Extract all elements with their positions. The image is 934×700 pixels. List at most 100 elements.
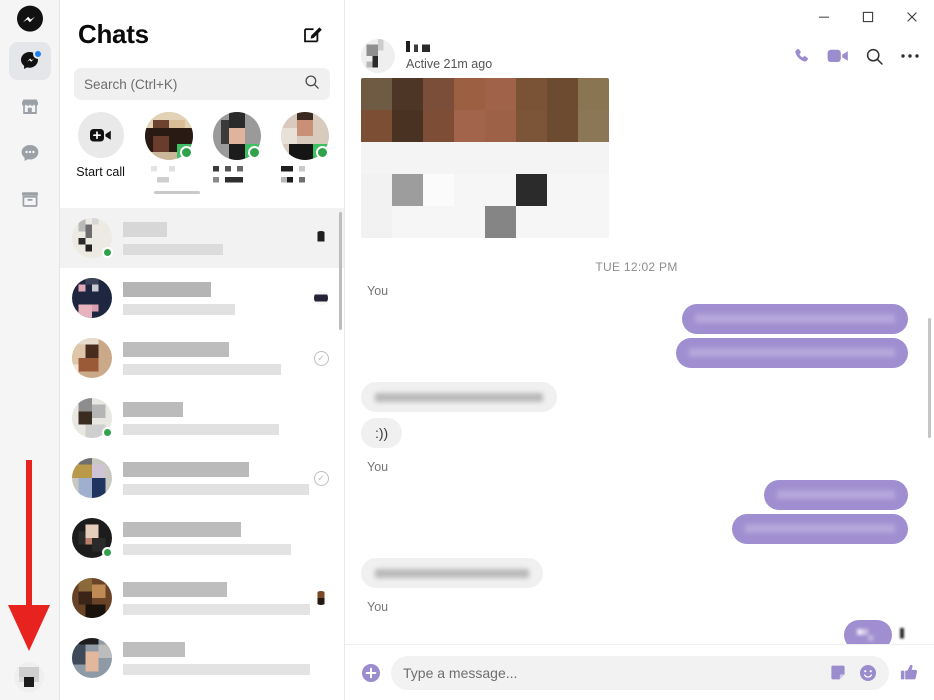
messenger-logo — [16, 5, 44, 33]
emoji-icon — [860, 664, 876, 681]
chat-list-row[interactable] — [60, 508, 344, 568]
close-icon — [907, 12, 917, 22]
search-icon — [866, 48, 883, 65]
avatar-conversation[interactable] — [361, 39, 395, 73]
online-indicator — [179, 146, 193, 159]
chat-list-row[interactable]: ✓ — [60, 448, 344, 508]
chat-preview-hidden — [123, 303, 235, 315]
active-person-1[interactable] — [144, 112, 193, 188]
chat-row-status — [310, 291, 332, 305]
message-bubble-outgoing[interactable] — [764, 480, 908, 510]
annotation-arrow-down — [0, 460, 58, 652]
phone-icon — [795, 48, 808, 62]
chat-list-row[interactable]: ✓ — [60, 328, 344, 388]
close-button[interactable] — [890, 0, 934, 34]
chat-row-text — [123, 641, 310, 675]
message-bubble-outgoing[interactable] — [682, 304, 908, 334]
avatar — [72, 338, 112, 378]
chat-list-row[interactable] — [60, 568, 344, 628]
message-input[interactable] — [403, 664, 829, 681]
message-row-outgoing[interactable] — [361, 514, 912, 544]
avatar — [72, 638, 112, 678]
chat-row-text — [123, 281, 310, 315]
avatar-account[interactable] — [14, 662, 44, 692]
sidebar-item-marketplace[interactable] — [9, 88, 51, 126]
active-person-3[interactable] — [281, 112, 330, 188]
video-call-button[interactable] — [827, 48, 849, 64]
more-options-button[interactable] — [900, 53, 920, 59]
chat-row-status — [310, 591, 332, 605]
conversation-status: Active 21m ago — [406, 57, 493, 71]
chat-list-scrollbar[interactable] — [339, 212, 342, 330]
avatar — [72, 278, 112, 318]
active-person-2[interactable] — [213, 112, 262, 188]
message-composer — [345, 644, 934, 700]
store-icon — [21, 99, 38, 114]
chat-row-text — [123, 401, 310, 435]
message-bubble-incoming[interactable] — [361, 558, 543, 588]
sidebar-item-archive[interactable] — [9, 180, 51, 218]
start-call-button[interactable]: Start call — [76, 112, 125, 188]
chat-row-text — [123, 341, 310, 375]
sticker-button[interactable] — [829, 664, 847, 682]
conversation-name-hidden — [406, 41, 442, 52]
message-bubble-outgoing[interactable] — [676, 338, 908, 368]
speech-bubble-icon — [21, 145, 38, 161]
messenger-window: Chats Search (Ctrl+K) Start call ✓ ✓ Act… — [0, 0, 934, 700]
maximize-button[interactable] — [846, 0, 890, 34]
search-conversation-button[interactable] — [865, 47, 884, 66]
chat-list-row[interactable] — [60, 268, 344, 328]
message-row-incoming[interactable] — [361, 558, 912, 588]
chat-name-hidden — [123, 281, 211, 297]
add-attachment-button[interactable] — [361, 663, 381, 683]
message-thread-scrollbar[interactable] — [928, 318, 931, 438]
audio-call-button[interactable] — [791, 46, 811, 66]
avatar — [144, 112, 193, 160]
thumbs-up-icon — [900, 664, 918, 680]
message-attachment-image[interactable] — [361, 78, 609, 238]
video-plus-icon — [89, 129, 111, 142]
chat-list-row[interactable] — [60, 628, 344, 688]
message-row-outgoing[interactable] — [361, 480, 912, 510]
message-bubble-outgoing[interactable] — [732, 514, 908, 544]
avatar — [72, 458, 112, 498]
online-indicator — [102, 247, 113, 258]
minimize-button[interactable] — [802, 0, 846, 34]
compose-icon — [304, 27, 322, 43]
search-icon — [304, 74, 320, 95]
chat-list-panel: Chats Search (Ctrl+K) Start call ✓ ✓ — [60, 0, 345, 700]
search-box[interactable] — [74, 68, 330, 100]
chat-list-row[interactable] — [60, 208, 344, 268]
sticker-icon — [831, 665, 845, 679]
chat-row-status: ✓ — [310, 350, 332, 366]
sidebar-item-message-requests[interactable] — [9, 134, 51, 172]
sender-label: You — [367, 460, 389, 474]
message-bubble-incoming[interactable] — [361, 382, 557, 412]
message-row-outgoing[interactable] — [361, 620, 912, 644]
like-button[interactable] — [899, 662, 920, 683]
new-message-button[interactable] — [300, 21, 326, 47]
chat-row-text — [123, 521, 310, 555]
emoji-button[interactable] — [859, 664, 877, 682]
avatar — [72, 218, 113, 258]
message-row-outgoing[interactable] — [361, 304, 912, 334]
window-titlebar — [345, 0, 934, 34]
message-bubble-sticker[interactable] — [844, 620, 892, 644]
sidebar-item-chats[interactable] — [8, 42, 51, 80]
message-row-incoming[interactable]: :)) — [361, 418, 912, 448]
archive-icon — [21, 192, 38, 207]
search-input[interactable] — [84, 76, 304, 92]
message-thread[interactable]: TUE 12:02 PM You :)) You You — [345, 78, 934, 644]
conversation-actions — [791, 46, 920, 66]
call-strip-scrollbar[interactable] — [154, 191, 200, 194]
online-indicator — [102, 547, 113, 558]
chat-list-row[interactable] — [60, 388, 344, 448]
ellipsis-icon — [901, 54, 919, 58]
message-input-container[interactable] — [391, 655, 889, 690]
chat-name-hidden — [123, 401, 183, 417]
message-bubble-emoticon[interactable]: :)) — [361, 418, 403, 448]
chat-name-hidden — [123, 341, 229, 357]
message-row-outgoing[interactable] — [361, 338, 912, 368]
chat-preview-hidden — [123, 543, 291, 555]
message-row-incoming[interactable] — [361, 382, 912, 412]
